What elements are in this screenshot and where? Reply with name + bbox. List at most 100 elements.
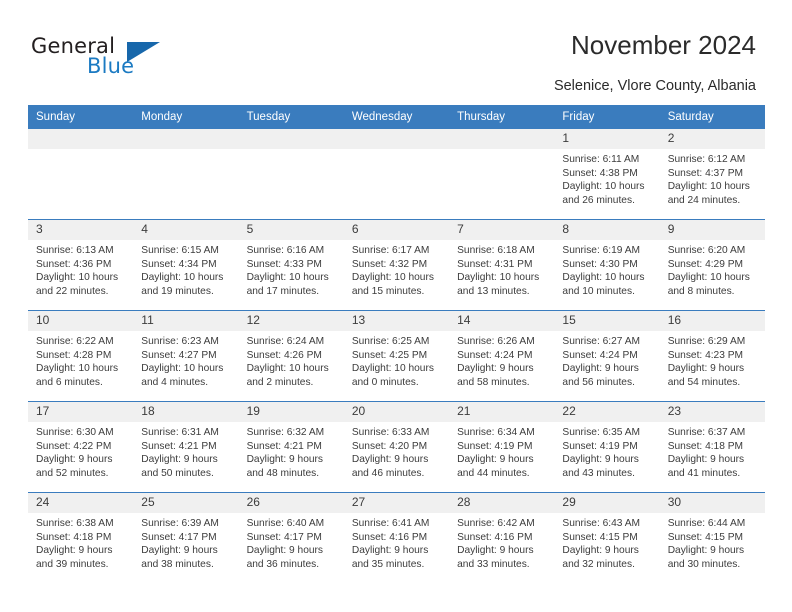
daylight-text: Daylight: 9 hours and 52 minutes.: [36, 454, 113, 479]
calendar-day-cell[interactable]: 29 Sunrise: 6:43 AM Sunset: 4:15 PM Dayligh…: [554, 492, 660, 583]
day-number: 30: [659, 493, 765, 513]
calendar-day-cell[interactable]: 1 Sunrise: 6:11 AM Sunset: 4:38 PM Daylight…: [554, 129, 660, 220]
sunset-text: Sunset: 4:25 PM: [351, 349, 428, 361]
day-number: 26: [238, 493, 344, 513]
sunset-text: Sunset: 4:18 PM: [36, 531, 112, 543]
calendar-day-cell[interactable]: 6 Sunrise: 6:17 AM Sunset: 4:32 PM Daylight…: [343, 219, 450, 311]
daylight-text: Daylight: 10 hours and 4 minutes.: [141, 363, 224, 388]
calendar-day-cell[interactable]: 11 Sunrise: 6:23 AM Sunset: 4:27 PM Dayligh…: [133, 310, 239, 402]
day-number: 10: [28, 311, 134, 331]
calendar-day-cell[interactable]: 5 Sunrise: 6:16 AM Sunset: 4:33 PM Daylight…: [238, 219, 344, 311]
daylight-text: Daylight: 9 hours and 58 minutes.: [457, 363, 534, 388]
sunrise-text: Sunrise: 6:19 AM: [562, 245, 640, 256]
sunset-text: Sunset: 4:36 PM: [36, 258, 112, 270]
day-number: 4: [133, 220, 239, 240]
calendar-body: 1 Sunrise: 6:11 AM Sunset: 4:38 PM Daylight…: [28, 129, 765, 583]
calendar-day-cell[interactable]: 28 Sunrise: 6:42 AM Sunset: 4:16 PM Dayligh…: [449, 492, 555, 583]
calendar-table: Sunday Monday Tuesday Wednesday Thursday…: [28, 105, 765, 583]
calendar-day-cell[interactable]: 7 Sunrise: 6:18 AM Sunset: 4:31 PM Daylight…: [449, 219, 555, 311]
calendar-day-cell[interactable]: 14 Sunrise: 6:26 AM Sunset: 4:24 PM Dayligh…: [449, 310, 555, 402]
day-sun-info: Sunrise: 6:15 AM Sunset: 4:34 PM Daylight:…: [133, 240, 238, 298]
calendar-week-row: 24 Sunrise: 6:38 AM Sunset: 4:18 PM Dayligh…: [28, 492, 765, 583]
sunset-text: Sunset: 4:16 PM: [351, 531, 428, 543]
sunrise-text: Sunrise: 6:26 AM: [457, 336, 535, 347]
calendar-header-row: Sunday Monday Tuesday Wednesday Thursday…: [28, 105, 765, 129]
daylight-text: Daylight: 10 hours and 0 minutes.: [351, 363, 434, 388]
sunset-text: Sunset: 4:23 PM: [667, 349, 744, 361]
sunset-text: Sunset: 4:37 PM: [667, 167, 744, 179]
day-sun-info: Sunrise: 6:25 AM Sunset: 4:25 PM Daylight:…: [344, 331, 449, 389]
sunset-text: Sunset: 4:21 PM: [141, 440, 217, 452]
day-number: 6: [343, 220, 450, 240]
calendar-day-cell[interactable]: 4 Sunrise: 6:15 AM Sunset: 4:34 PM Daylight…: [133, 219, 239, 311]
calendar-day-cell[interactable]: 15 Sunrise: 6:27 AM Sunset: 4:24 PM Dayligh…: [554, 310, 660, 402]
daylight-text: Daylight: 9 hours and 46 minutes.: [351, 454, 429, 479]
calendar-day-cell[interactable]: 30 Sunrise: 6:44 AM Sunset: 4:15 PM Dayligh…: [659, 492, 765, 583]
day-number: 20: [343, 402, 450, 422]
day-number: [238, 129, 344, 149]
calendar-day-cell-empty: [28, 129, 134, 220]
page-subtitle: Selenice, Vlore County, Albania: [553, 78, 756, 94]
day-sun-info: Sunrise: 6:40 AM Sunset: 4:17 PM Daylight:…: [239, 513, 344, 571]
calendar-day-cell[interactable]: 21 Sunrise: 6:34 AM Sunset: 4:19 PM Dayligh…: [449, 401, 555, 493]
calendar-day-cell[interactable]: 17 Sunrise: 6:30 AM Sunset: 4:22 PM Dayligh…: [28, 401, 134, 493]
sunrise-text: Sunrise: 6:24 AM: [246, 336, 325, 347]
calendar-day-cell[interactable]: 22 Sunrise: 6:35 AM Sunset: 4:19 PM Dayligh…: [554, 401, 660, 493]
sunset-text: Sunset: 4:22 PM: [36, 440, 112, 452]
calendar-day-cell[interactable]: 16 Sunrise: 6:29 AM Sunset: 4:23 PM Dayligh…: [659, 310, 765, 402]
sunset-text: Sunset: 4:17 PM: [141, 531, 217, 543]
sunrise-text: Sunrise: 6:18 AM: [457, 245, 535, 256]
day-number: 23: [659, 402, 765, 422]
day-number: [343, 129, 450, 149]
calendar-day-cell[interactable]: 27 Sunrise: 6:41 AM Sunset: 4:16 PM Dayligh…: [343, 492, 450, 583]
sunrise-text: Sunrise: 6:35 AM: [562, 427, 640, 438]
sunrise-text: Sunrise: 6:40 AM: [246, 518, 325, 529]
sunrise-text: Sunrise: 6:43 AM: [562, 518, 640, 529]
sunset-text: Sunset: 4:17 PM: [246, 531, 322, 543]
calendar-day-cell[interactable]: 13 Sunrise: 6:25 AM Sunset: 4:25 PM Dayligh…: [343, 310, 450, 402]
day-sun-info: Sunrise: 6:12 AM Sunset: 4:37 PM Daylight:…: [660, 149, 765, 207]
calendar-day-cell[interactable]: 3 Sunrise: 6:13 AM Sunset: 4:36 PM Daylight…: [28, 219, 134, 311]
daylight-text: Daylight: 10 hours and 17 minutes.: [246, 272, 329, 297]
day-sun-info: Sunrise: 6:29 AM Sunset: 4:23 PM Daylight:…: [660, 331, 765, 389]
calendar-day-cell[interactable]: 12 Sunrise: 6:24 AM Sunset: 4:26 PM Dayligh…: [238, 310, 344, 402]
calendar-day-cell[interactable]: 26 Sunrise: 6:40 AM Sunset: 4:17 PM Dayligh…: [238, 492, 344, 583]
sunrise-text: Sunrise: 6:11 AM: [562, 154, 640, 165]
general-blue-logo[interactable]: General Blue: [31, 34, 166, 79]
calendar-day-cell[interactable]: 24 Sunrise: 6:38 AM Sunset: 4:18 PM Dayligh…: [28, 492, 134, 583]
daylight-text: Daylight: 9 hours and 56 minutes.: [562, 363, 639, 388]
day-sun-info: Sunrise: 6:13 AM Sunset: 4:36 PM Daylight:…: [28, 240, 133, 298]
sunrise-text: Sunrise: 6:31 AM: [141, 427, 219, 438]
sunrise-text: Sunrise: 6:44 AM: [667, 518, 746, 529]
daylight-text: Daylight: 9 hours and 54 minutes.: [667, 363, 745, 388]
day-sun-info: Sunrise: 6:34 AM Sunset: 4:19 PM Daylight:…: [449, 422, 554, 480]
sunrise-text: Sunrise: 6:22 AM: [36, 336, 114, 347]
day-sun-info: Sunrise: 6:11 AM Sunset: 4:38 PM Daylight:…: [554, 149, 659, 207]
calendar-day-cell[interactable]: 9 Sunrise: 6:20 AM Sunset: 4:29 PM Daylight…: [659, 219, 765, 311]
day-sun-info: Sunrise: 6:30 AM Sunset: 4:22 PM Daylight:…: [28, 422, 133, 480]
weekday-header-sunday: Sunday: [28, 105, 134, 129]
sunset-text: Sunset: 4:26 PM: [246, 349, 322, 361]
calendar-day-cell[interactable]: 8 Sunrise: 6:19 AM Sunset: 4:30 PM Daylight…: [554, 219, 660, 311]
calendar-day-cell[interactable]: 10 Sunrise: 6:22 AM Sunset: 4:28 PM Dayligh…: [28, 310, 134, 402]
calendar-day-cell[interactable]: 25 Sunrise: 6:39 AM Sunset: 4:17 PM Dayligh…: [133, 492, 239, 583]
day-number: [28, 129, 134, 149]
day-number: 18: [133, 402, 239, 422]
day-number: 28: [449, 493, 555, 513]
weekday-header-thursday: Thursday: [449, 105, 555, 129]
calendar-week-row: 3 Sunrise: 6:13 AM Sunset: 4:36 PM Daylight…: [28, 219, 765, 311]
calendar-day-cell[interactable]: 23 Sunrise: 6:37 AM Sunset: 4:18 PM Dayligh…: [659, 401, 765, 493]
calendar-day-cell-empty: [238, 129, 344, 220]
calendar-day-cell[interactable]: 20 Sunrise: 6:33 AM Sunset: 4:20 PM Dayligh…: [343, 401, 450, 493]
day-sun-info: Sunrise: 6:19 AM Sunset: 4:30 PM Daylight:…: [554, 240, 659, 298]
calendar-day-cell[interactable]: 18 Sunrise: 6:31 AM Sunset: 4:21 PM Dayligh…: [133, 401, 239, 493]
calendar-day-cell[interactable]: 19 Sunrise: 6:32 AM Sunset: 4:21 PM Dayligh…: [238, 401, 344, 493]
calendar-day-cell[interactable]: 2 Sunrise: 6:12 AM Sunset: 4:37 PM Daylight…: [659, 129, 765, 220]
day-number: 13: [343, 311, 450, 331]
day-number: 3: [28, 220, 134, 240]
sunrise-text: Sunrise: 6:23 AM: [141, 336, 219, 347]
day-sun-info: Sunrise: 6:35 AM Sunset: 4:19 PM Daylight:…: [554, 422, 659, 480]
day-sun-info: Sunrise: 6:24 AM Sunset: 4:26 PM Daylight:…: [239, 331, 344, 389]
day-sun-info: Sunrise: 6:37 AM Sunset: 4:18 PM Daylight:…: [660, 422, 765, 480]
sunset-text: Sunset: 4:24 PM: [457, 349, 533, 361]
